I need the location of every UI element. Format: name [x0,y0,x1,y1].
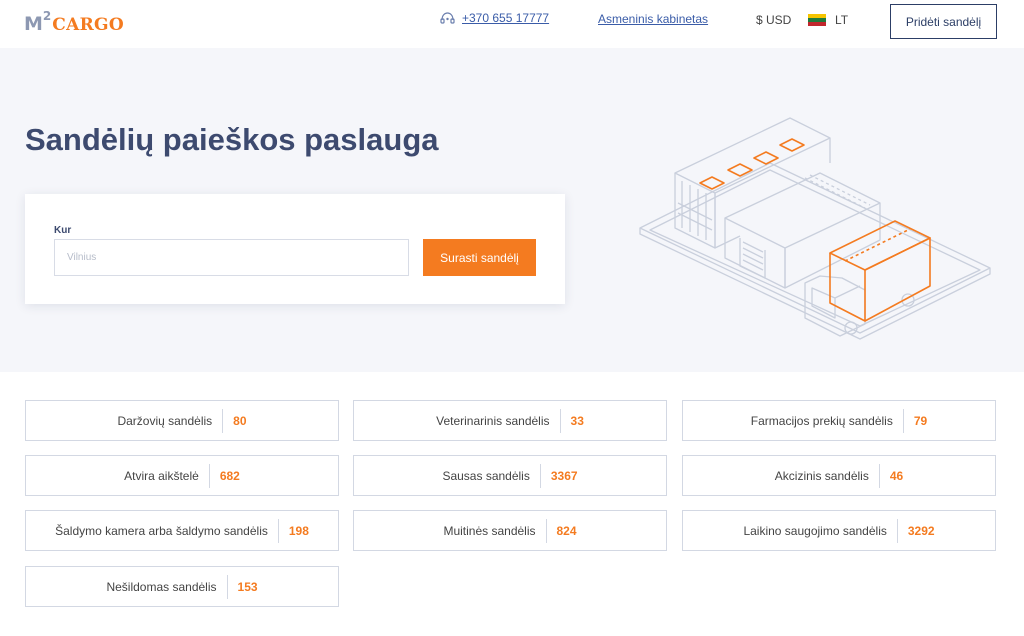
logo-m: M [24,13,43,35]
language-label: LT [835,13,849,27]
logo-cargo: CARGO [52,15,124,35]
site-header: M 2 CARGO +370 655 17777 Asmeninis kabin… [0,0,1024,48]
category-item[interactable]: Laikino saugojimo sandėlis 3292 [682,510,996,551]
category-count: 33 [559,408,584,433]
category-item[interactable]: Farmacijos prekių sandėlis 79 [682,400,996,441]
category-item[interactable]: Nešildomas sandėlis 153 [25,566,339,607]
category-count: 198 [277,518,309,543]
category-count: 153 [226,574,258,599]
hero-section: Sandėlių paieškos paslauga Kur Surasti s… [0,48,1024,372]
find-warehouse-button[interactable]: Surasti sandėlį [423,239,536,276]
category-count: 3292 [896,518,935,543]
warehouse-truck-illustration [639,117,991,340]
category-name: Daržovių sandėlis [117,413,213,428]
phone-contact: +370 655 17777 [440,11,549,25]
category-name: Sausas sandėlis [442,468,530,483]
search-label: Kur [54,225,72,236]
category-item[interactable]: Šaldymo kamera arba šaldymo sandėlis 198 [25,510,339,551]
category-count: 79 [902,408,927,433]
category-count: 3367 [539,463,578,488]
page-title: Sandėlių paieškos paslauga [25,122,439,157]
category-name: Atvira aikštelė [124,468,199,483]
category-name: Muitinės sandėlis [443,523,536,538]
language-selector[interactable]: LT [808,13,848,27]
category-count: 824 [545,518,577,543]
add-warehouse-button[interactable]: Pridėti sandėlį [890,4,997,39]
category-name: Akcizinis sandėlis [774,468,869,483]
category-name: Nešildomas sandėlis [106,579,217,594]
phone-link[interactable]: +370 655 17777 [462,11,549,25]
category-name: Veterinarinis sandėlis [436,413,550,428]
category-name: Laikino saugojimo sandėlis [743,523,887,538]
category-item[interactable]: Sausas sandėlis 3367 [353,455,667,496]
category-item[interactable]: Atvira aikštelė 682 [25,455,339,496]
category-name: Šaldymo kamera arba šaldymo sandėlis [55,523,268,538]
logo-superscript: 2 [42,9,52,23]
category-item[interactable]: Akcizinis sandėlis 46 [682,455,996,496]
category-item[interactable]: Daržovių sandėlis 80 [25,400,339,441]
search-card: Kur Surasti sandėlį [25,194,565,304]
category-count: 682 [208,463,240,488]
location-input[interactable] [54,239,409,276]
lithuania-flag-icon [808,14,826,26]
category-count: 80 [222,408,247,433]
category-item[interactable]: Muitinės sandėlis 824 [353,510,667,551]
site-logo[interactable]: M 2 CARGO [24,9,124,37]
category-count: 46 [878,463,903,488]
category-name: Farmacijos prekių sandėlis [750,413,893,428]
account-link[interactable]: Asmeninis kabinetas [598,12,708,26]
category-item[interactable]: Veterinarinis sandėlis 33 [353,400,667,441]
currency-selector[interactable]: $ USD [756,13,791,27]
phone-icon [440,11,455,24]
